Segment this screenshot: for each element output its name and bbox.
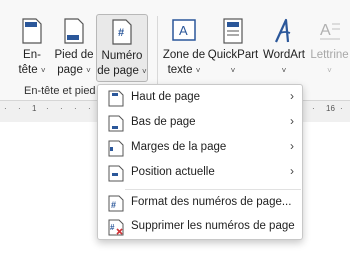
footer-button[interactable]: Pied de page ˅ <box>54 14 94 82</box>
svg-text:#: # <box>111 200 116 210</box>
page-bottom-icon <box>108 115 124 132</box>
chevron-right-icon: › <box>290 89 294 103</box>
menu-item-page-margins[interactable]: Marges de la page › <box>98 136 302 160</box>
menu-item-current-position[interactable]: Position actuelle › <box>98 161 302 185</box>
quickpart-icon <box>223 18 243 44</box>
wordart-label: WordArt <box>263 49 305 61</box>
svg-text:A: A <box>320 22 331 39</box>
ruler-mark: 1 <box>32 104 37 113</box>
footer-icon <box>64 18 84 44</box>
chevron-down-icon: ˅ <box>281 66 287 75</box>
ruler-mark: · <box>18 104 21 113</box>
menu-item-remove-page-numbers[interactable]: # Supprimer les numéros de page <box>98 215 302 239</box>
page-number-label-1: Numéro <box>101 50 143 62</box>
text-box-label-2: texte ˅ <box>167 64 201 76</box>
menu-item-label: Bas de page <box>131 116 196 128</box>
ruler-mark: · <box>312 104 315 113</box>
menu-item-bottom-of-page[interactable]: Bas de page › <box>98 111 302 135</box>
header-label-1: En- <box>23 49 41 61</box>
header-label-2: tête ˅ <box>18 64 46 76</box>
drop-cap-button[interactable]: A Lettrine ˅ <box>309 14 350 82</box>
drop-cap-icon: A <box>319 22 340 40</box>
wordart-button[interactable]: WordArt ˅ <box>261 14 307 82</box>
menu-item-label: Position actuelle <box>131 166 215 178</box>
ruler-mark: · <box>74 104 77 113</box>
menu-item-label: Haut de page <box>131 91 201 103</box>
menu-item-label: Marges de la page <box>131 141 227 153</box>
ruler-mark: · <box>4 104 7 113</box>
chevron-down-icon: ˅ <box>195 66 201 75</box>
format-page-numbers-icon: # <box>108 195 124 212</box>
quickpart-label: QuickPart <box>207 49 259 61</box>
ruler-mark: 16 <box>326 104 335 113</box>
footer-label-1: Pied de <box>54 49 94 61</box>
page-margins-icon <box>108 140 124 157</box>
menu-item-label: Supprimer les numéros de page <box>131 220 295 232</box>
text-box-label-1: Zone de <box>162 49 206 61</box>
chevron-right-icon: › <box>290 139 294 153</box>
text-box-button[interactable]: A Zone de texte ˅ <box>162 14 206 82</box>
quickpart-button[interactable]: QuickPart ˅ <box>207 14 259 82</box>
svg-text:#: # <box>118 27 124 39</box>
chevron-down-icon: ˅ <box>230 66 236 75</box>
chevron-down-icon: ˅ <box>40 66 46 75</box>
wordart-chevron: ˅ <box>261 63 307 78</box>
page-number-menu: Haut de page › Bas de page › Marges de l… <box>97 84 303 240</box>
ruler-mark: · <box>340 104 343 113</box>
ruler-mark: · <box>88 104 91 113</box>
page-number-label-2: de page ˅ <box>97 65 147 77</box>
remove-page-numbers-icon: # <box>108 219 124 236</box>
group-separator <box>157 16 158 92</box>
chevron-right-icon: › <box>290 164 294 178</box>
wordart-icon <box>274 18 291 43</box>
menu-separator <box>125 189 301 190</box>
chevron-down-icon: ˅ <box>142 67 147 76</box>
drop-cap-label: Lettrine <box>310 49 349 61</box>
footer-label-2: page ˅ <box>57 64 91 76</box>
group-label-header-footer: En-tête et pied <box>24 85 96 97</box>
drop-cap-chevron: ˅ <box>309 63 350 78</box>
ruler-mark: · <box>60 104 63 113</box>
text-box-icon: A <box>172 19 196 41</box>
current-position-icon <box>108 165 124 182</box>
svg-text:#: # <box>110 223 115 232</box>
quickpart-chevron: ˅ <box>207 63 259 78</box>
menu-item-label: Format des numéros de page... <box>131 196 292 208</box>
chevron-down-icon: ˅ <box>86 66 91 75</box>
page-number-icon: # <box>112 19 132 45</box>
menu-item-top-of-page[interactable]: Haut de page › <box>98 86 302 110</box>
ruler-mark: · <box>46 104 49 113</box>
chevron-down-icon: ˅ <box>327 66 332 75</box>
header-button[interactable]: En- tête ˅ <box>14 14 50 82</box>
page-top-icon <box>108 90 124 107</box>
svg-text:A: A <box>179 23 188 38</box>
page-number-button[interactable]: # Numéro de page ˅ <box>96 14 148 82</box>
header-icon <box>22 18 42 44</box>
chevron-right-icon: › <box>290 114 294 128</box>
menu-item-format-page-numbers[interactable]: # Format des numéros de page... <box>98 191 302 215</box>
